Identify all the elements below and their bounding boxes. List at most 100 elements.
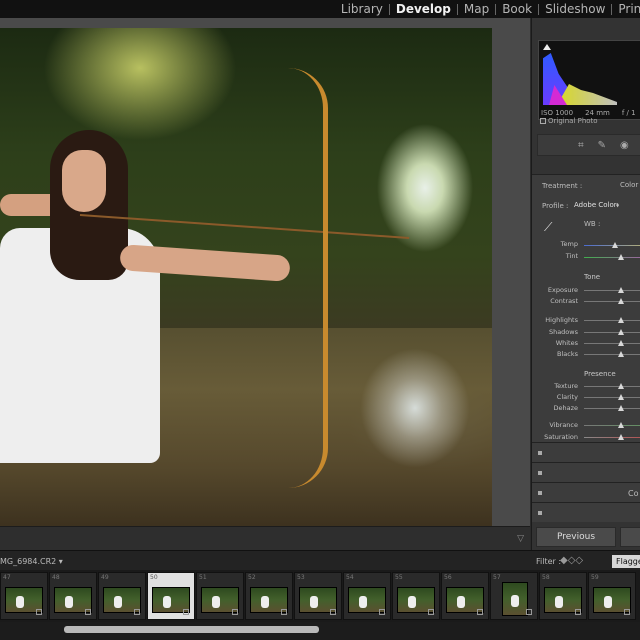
- exposure-knob[interactable]: [618, 287, 624, 293]
- filmstrip-thumb-51[interactable]: 51: [196, 572, 244, 620]
- saturation-slider[interactable]: [584, 434, 640, 440]
- histogram[interactable]: ISO 1000 24 mm f / 1: [538, 40, 640, 120]
- clarity-knob[interactable]: [618, 394, 624, 400]
- toolbar-toggle-icon[interactable]: ▽: [517, 534, 524, 544]
- profile-dropdown[interactable]: Adobe Color: [574, 201, 617, 209]
- whites-knob[interactable]: [618, 340, 624, 346]
- thumbnail-image: [502, 582, 528, 616]
- tool-strip: ⌗ ✎ ◉: [537, 134, 640, 156]
- highlights-knob[interactable]: [618, 317, 624, 323]
- edited-badge-icon: [477, 609, 483, 615]
- reset-button[interactable]: [620, 527, 640, 547]
- dehaze-label: Dehaze: [553, 404, 578, 412]
- filmstrip-thumb-52[interactable]: 52: [245, 572, 293, 620]
- filmstrip-thumb-58[interactable]: 58: [539, 572, 587, 620]
- crop-icon[interactable]: ⌗: [578, 140, 584, 151]
- edited-badge-icon: [36, 609, 42, 615]
- vibrance-slider[interactable]: [584, 422, 640, 428]
- highlights-slider[interactable]: [584, 317, 640, 323]
- saturation-label: Saturation: [544, 433, 578, 441]
- collapsed-panel-4[interactable]: [532, 502, 640, 522]
- contrast-slider[interactable]: [584, 298, 640, 304]
- wb-eyedropper-icon[interactable]: ⟋: [544, 220, 552, 235]
- scrollbar-thumb[interactable]: [64, 626, 319, 633]
- presence-heading: Presence: [584, 370, 616, 378]
- filmstrip-scrollbar[interactable]: [0, 622, 640, 640]
- module-print[interactable]: Print: [612, 2, 640, 16]
- filmstrip-thumb-57[interactable]: 57: [490, 572, 538, 620]
- filmstrip-thumb-49[interactable]: 49: [98, 572, 146, 620]
- toolbar: ▽: [0, 526, 530, 550]
- original-photo-toggle[interactable]: Original Photo: [540, 117, 598, 125]
- filmstrip-thumb-55[interactable]: 55: [392, 572, 440, 620]
- temp-knob[interactable]: [612, 242, 618, 248]
- panel-toggle-icon[interactable]: [538, 451, 542, 455]
- flagged-filter-dropdown[interactable]: Flagged: [612, 555, 640, 568]
- tint-slider[interactable]: [584, 254, 640, 260]
- panel-toggle-icon[interactable]: [538, 511, 542, 515]
- edited-badge-icon: [85, 609, 91, 615]
- thumb-number: 51: [199, 574, 207, 581]
- module-map[interactable]: Map: [458, 2, 495, 16]
- blacks-label: Blacks: [557, 350, 578, 358]
- red-eye-icon[interactable]: ◉: [620, 140, 629, 151]
- collapsed-panel-1[interactable]: [532, 442, 640, 462]
- filmstrip-thumb-59[interactable]: 59: [588, 572, 636, 620]
- previous-button[interactable]: Previous: [536, 527, 616, 547]
- original-photo-checkbox[interactable]: [540, 118, 546, 124]
- healing-brush-icon[interactable]: ✎: [598, 140, 606, 151]
- panel-toggle-icon[interactable]: [538, 471, 542, 475]
- edited-badge-icon: [281, 609, 287, 615]
- filmstrip: 47 48 49 50 51 52 53 54 55 56 57 58 59: [0, 570, 640, 622]
- texture-slider[interactable]: [584, 383, 640, 389]
- histogram-yellow: [557, 84, 617, 105]
- collapsed-panel-label: Co: [628, 489, 639, 498]
- dehaze-slider[interactable]: [584, 405, 640, 411]
- right-panel: ISO 1000 24 mm f / 1 Original Photo ⌗ ✎ …: [531, 18, 640, 550]
- basic-panel: Treatment : Color Profile : Adobe Color …: [532, 174, 640, 458]
- edited-badge-icon: [330, 609, 336, 615]
- panel-toggle-icon[interactable]: [538, 491, 542, 495]
- dehaze-knob[interactable]: [618, 405, 624, 411]
- texture-knob[interactable]: [618, 383, 624, 389]
- clarity-label: Clarity: [556, 393, 578, 401]
- saturation-knob[interactable]: [618, 434, 624, 440]
- shadows-knob[interactable]: [618, 329, 624, 335]
- tint-knob[interactable]: [618, 254, 624, 260]
- collapsed-panel-3[interactable]: Co: [532, 482, 640, 502]
- module-develop[interactable]: Develop: [390, 2, 457, 16]
- module-slideshow[interactable]: Slideshow: [539, 2, 611, 16]
- vibrance-label: Vibrance: [549, 421, 578, 429]
- filmstrip-thumb-50-selected[interactable]: 50: [147, 572, 195, 620]
- module-picker: Library Develop Map Book Slideshow Print: [0, 0, 640, 18]
- profile-chevron-icon[interactable]: ⬧: [616, 201, 619, 210]
- whites-slider[interactable]: [584, 340, 640, 346]
- edited-badge-icon: [232, 609, 238, 615]
- exposure-slider[interactable]: [584, 287, 640, 293]
- thumb-number: 49: [101, 574, 109, 581]
- thumb-number: 53: [297, 574, 305, 581]
- collapsed-panel-2[interactable]: [532, 462, 640, 482]
- treatment-color[interactable]: Color: [620, 181, 638, 189]
- blacks-knob[interactable]: [618, 351, 624, 357]
- filmstrip-thumb-54[interactable]: 54: [343, 572, 391, 620]
- filmstrip-thumb-47[interactable]: 47: [0, 572, 48, 620]
- vibrance-knob[interactable]: [618, 422, 624, 428]
- thumb-number: 47: [3, 574, 11, 581]
- edited-badge-icon: [526, 609, 532, 615]
- current-filename[interactable]: MG_6984.CR2 ▾: [0, 557, 63, 566]
- shadow-clipping-icon[interactable]: [543, 44, 551, 50]
- flag-filter-icon[interactable]: ◆◇◇: [560, 555, 583, 566]
- main-photo[interactable]: [0, 28, 492, 532]
- module-library[interactable]: Library: [335, 2, 389, 16]
- filmstrip-thumb-48[interactable]: 48: [49, 572, 97, 620]
- clarity-slider[interactable]: [584, 394, 640, 400]
- image-viewport[interactable]: [0, 18, 530, 532]
- module-book[interactable]: Book: [496, 2, 538, 16]
- filmstrip-thumb-56[interactable]: 56: [441, 572, 489, 620]
- filmstrip-thumb-53[interactable]: 53: [294, 572, 342, 620]
- shadows-slider[interactable]: [584, 329, 640, 335]
- contrast-knob[interactable]: [618, 298, 624, 304]
- blacks-slider[interactable]: [584, 351, 640, 357]
- temp-slider[interactable]: [584, 242, 640, 248]
